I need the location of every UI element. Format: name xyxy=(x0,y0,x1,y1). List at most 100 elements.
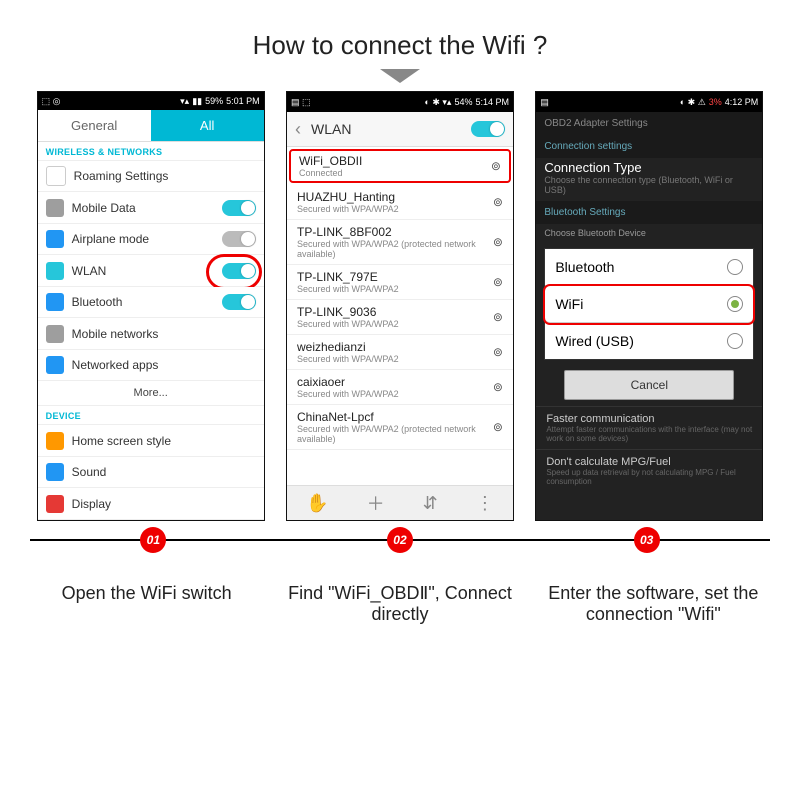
option-bluetooth[interactable]: Bluetooth xyxy=(545,249,753,286)
radio-icon xyxy=(727,333,743,349)
airplane-icon xyxy=(46,230,64,248)
step-badge-2: 02 xyxy=(387,527,413,553)
row-home-style[interactable]: Home screen style xyxy=(38,425,264,457)
wifi-lock-icon: ⊚ xyxy=(493,235,503,249)
row-networked-apps[interactable]: Networked apps xyxy=(38,350,264,382)
wifi-lock-icon: ⊚ xyxy=(493,275,503,289)
phone-settings: ⬚ ◎ ▾▴ ▮▮ 59% 5:01 PM General All WIRELE… xyxy=(37,91,265,521)
wifi-item[interactable]: TP-LINK_8BF002Secured with WPA/WPA2 (pro… xyxy=(287,220,513,265)
toggle-airplane[interactable] xyxy=(222,231,256,247)
header-title: WLAN xyxy=(311,121,351,137)
status-left: ▤ ⬚ xyxy=(291,97,311,108)
step-badge-3: 03 xyxy=(634,527,660,553)
step-badge-1: 01 xyxy=(140,527,166,553)
battery-text: 59% xyxy=(205,96,223,106)
caption-1: Open the WiFi switch xyxy=(20,583,273,625)
battery-text: 54% xyxy=(454,97,472,107)
toggle-wlan-master[interactable] xyxy=(471,121,505,137)
screenshots-row: ⬚ ◎ ▾▴ ▮▮ 59% 5:01 PM General All WIRELE… xyxy=(0,91,800,521)
back-icon[interactable]: ‹ xyxy=(295,119,311,140)
menu-icon[interactable]: ⋮ xyxy=(476,493,494,514)
phone-app-settings: ▤ ◐ ✱ ⚠ 3% 4:12 PM OBD2 Adapter Settings… xyxy=(535,91,763,521)
option-wifi[interactable]: WiFi xyxy=(545,286,753,323)
bottom-toolbar: ✋ ＋ ⇵ ⋮ xyxy=(287,485,513,520)
roaming-icon xyxy=(46,166,66,186)
wifi-signal-icon: ⊚ xyxy=(491,159,501,173)
row-bluetooth[interactable]: Bluetooth xyxy=(38,287,264,319)
wifi-icon: ▾▴ xyxy=(180,96,189,107)
conn-type-title: Connection Type xyxy=(536,158,762,175)
scan-icon[interactable]: ✋ xyxy=(306,493,328,514)
section-sub: Connection settings xyxy=(536,135,762,158)
app-header: OBD2 Adapter Settings xyxy=(536,112,762,135)
wlan-header: ‹ WLAN xyxy=(287,112,513,147)
captions-row: Open the WiFi switch Find "WiFi_OBDⅡ", C… xyxy=(0,553,800,625)
row-mobile-data[interactable]: Mobile Data xyxy=(38,192,264,224)
phone-wlan-list: ▤ ⬚ ◐ ✱ ▾▴ 54% 5:14 PM ‹ WLAN WiFi_OBDII… xyxy=(286,91,514,521)
tab-general[interactable]: General xyxy=(38,110,151,141)
status-bar: ⬚ ◎ ▾▴ ▮▮ 59% 5:01 PM xyxy=(38,92,264,110)
clock: 5:14 PM xyxy=(475,97,509,107)
apps-icon xyxy=(46,356,64,374)
highlight-circle xyxy=(206,254,262,290)
pref-faster-comm[interactable]: Faster communicationAttempt faster commu… xyxy=(536,406,762,449)
section-device: DEVICE xyxy=(38,406,264,425)
clock: 4:12 PM xyxy=(725,97,759,107)
display-icon xyxy=(46,495,64,513)
mobile-data-icon xyxy=(46,199,64,217)
status-bar: ▤ ⬚ ◐ ✱ ▾▴ 54% 5:14 PM xyxy=(287,92,513,112)
page-title: How to connect the Wifi ? xyxy=(0,0,800,69)
radio-selected-icon xyxy=(727,296,743,312)
wifi-lock-icon: ⊚ xyxy=(493,420,503,434)
row-wlan[interactable]: WLAN xyxy=(38,255,264,287)
step-badges: 01 02 03 xyxy=(0,527,800,553)
caption-2: Find "WiFi_OBDⅡ", Connect directly xyxy=(273,583,526,625)
sound-icon xyxy=(46,463,64,481)
wifi-lock-icon: ⊚ xyxy=(493,310,503,324)
row-sound[interactable]: Sound xyxy=(38,457,264,489)
toggle-bluetooth[interactable] xyxy=(222,294,256,310)
wps-icon[interactable]: ⇵ xyxy=(423,493,438,514)
option-wired[interactable]: Wired (USB) xyxy=(545,323,753,359)
status-left: ▤ xyxy=(540,97,549,108)
wifi-item[interactable]: weizhedianziSecured with WPA/WPA2⊚ xyxy=(287,335,513,370)
wifi-lock-icon: ⊚ xyxy=(493,345,503,359)
status-bar: ▤ ◐ ✱ ⚠ 3% 4:12 PM xyxy=(536,92,762,112)
row-airplane[interactable]: Airplane mode xyxy=(38,224,264,256)
tabs: General All xyxy=(38,110,264,141)
signal-icon: ◐ ✱ ⚠ xyxy=(680,97,706,108)
wifi-item[interactable]: ChinaNet-LpcfSecured with WPA/WPA2 (prot… xyxy=(287,405,513,450)
wifi-obdii[interactable]: WiFi_OBDIIConnected⊚ xyxy=(289,149,511,183)
wifi-item[interactable]: TP-LINK_797ESecured with WPA/WPA2⊚ xyxy=(287,265,513,300)
tab-all[interactable]: All xyxy=(151,110,264,141)
signal-icon: ◐ ✱ ▾▴ xyxy=(424,97,451,108)
home-icon xyxy=(46,432,64,450)
row-roaming[interactable]: Roaming Settings xyxy=(38,161,264,193)
bt-section: Bluetooth Settings xyxy=(536,201,762,224)
cancel-button[interactable]: Cancel xyxy=(564,370,734,400)
more-link[interactable]: More... xyxy=(38,381,264,406)
toggle-mobile-data[interactable] xyxy=(222,200,256,216)
pref-no-mpg[interactable]: Don't calculate MPG/FuelSpeed up data re… xyxy=(536,449,762,492)
section-wireless: WIRELESS & NETWORKS xyxy=(38,142,264,161)
battery-text: 3% xyxy=(709,97,722,107)
arrow-down-icon xyxy=(380,69,420,83)
radio-icon xyxy=(727,259,743,275)
wifi-lock-icon: ⊚ xyxy=(493,380,503,394)
wifi-lock-icon: ⊚ xyxy=(493,195,503,209)
row-mobile-networks[interactable]: Mobile networks xyxy=(38,318,264,350)
clock: 5:01 PM xyxy=(226,96,260,106)
wifi-item[interactable]: HUAZHU_HantingSecured with WPA/WPA2⊚ xyxy=(287,185,513,220)
row-display[interactable]: Display xyxy=(38,488,264,520)
wifi-icon xyxy=(46,262,64,280)
bluetooth-icon xyxy=(46,293,64,311)
status-left: ⬚ ◎ xyxy=(42,96,61,107)
wifi-item[interactable]: caixiaoerSecured with WPA/WPA2⊚ xyxy=(287,370,513,405)
connection-dialog: Bluetooth WiFi Wired (USB) xyxy=(544,248,754,360)
bt-sub: Choose Bluetooth Device xyxy=(536,224,762,244)
wifi-item[interactable]: TP-LINK_9036Secured with WPA/WPA2⊚ xyxy=(287,300,513,335)
add-icon[interactable]: ＋ xyxy=(367,490,385,516)
conn-type-desc: Choose the connection type (Bluetooth, W… xyxy=(536,175,762,201)
signal-icon: ▮▮ xyxy=(192,96,202,107)
antenna-icon xyxy=(46,325,64,343)
